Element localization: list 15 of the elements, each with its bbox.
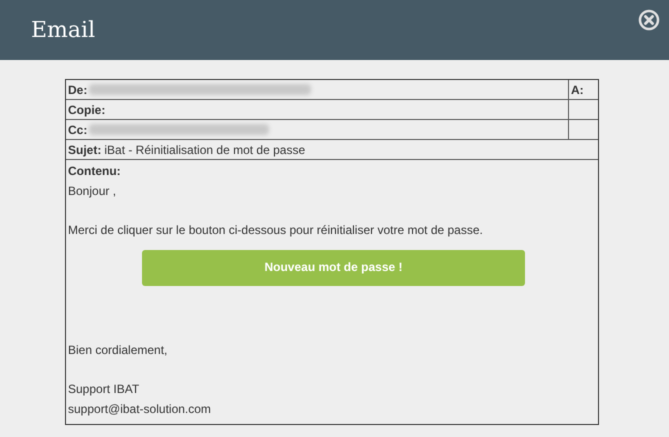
field-label: Copie: — [68, 102, 106, 118]
field-label: Sujet: — [68, 142, 102, 158]
field-label: Cc: — [68, 122, 88, 138]
closing-text: Bien cordialement, — [68, 342, 168, 359]
greeting-text: Bonjour , — [68, 182, 118, 200]
signature-line: support@ibat-solution.com — [68, 400, 212, 418]
message-text: Merci de cliquer sur le bouton ci-dessous pour réinitialiser votre mot de passe. — [68, 222, 484, 238]
close-icon[interactable] — [638, 9, 660, 31]
subject-text: iBat - Réinitialisation de mot de passe — [104, 142, 306, 158]
window-title: Email — [31, 16, 96, 44]
signature-line: Support IBAT — [68, 381, 140, 398]
field-label: A: — [571, 82, 584, 98]
field-label: Contenu: — [68, 163, 122, 180]
new-password-button[interactable]: Nouveau mot de passe ! — [142, 250, 525, 286]
field-label: De: — [68, 82, 88, 98]
